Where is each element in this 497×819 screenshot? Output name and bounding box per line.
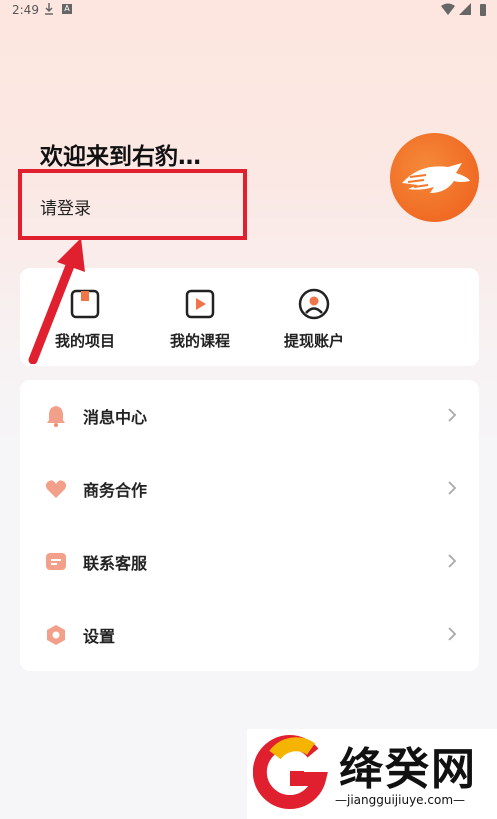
quick-action-my-courses[interactable]: 我的课程 <box>150 288 250 351</box>
course-icon <box>185 289 215 319</box>
quick-action-withdraw-account[interactable]: 提现账户 <box>264 288 364 351</box>
welcome-title: 欢迎来到右豹… <box>40 144 201 170</box>
account-icon <box>298 288 330 320</box>
status-time: 2:49 <box>12 3 39 17</box>
heart-icon <box>45 480 67 498</box>
menu-item-label: 设置 <box>83 627 116 646</box>
bell-icon <box>47 406 65 427</box>
avatar[interactable] <box>390 133 479 222</box>
chevron-right-icon <box>448 627 457 641</box>
chevron-right-icon <box>448 481 457 495</box>
highlight-annotation-box <box>18 169 247 240</box>
settings-icon <box>47 625 65 645</box>
chevron-right-icon <box>448 554 457 568</box>
quick-action-label: 提现账户 <box>283 332 344 350</box>
watermark-url: —jiangguijiuye.com— <box>335 793 466 807</box>
menu-item-message-center[interactable]: 消息中心 <box>20 380 479 453</box>
watermark-title: 绛癸网 <box>339 744 477 795</box>
tiger-logo-icon <box>402 163 470 193</box>
menu-card: 消息中心 商务合作 联系客服 设置 <box>20 380 479 671</box>
watermark: 绛癸网 —jiangguijiuye.com— <box>247 729 497 819</box>
red-arrow-annotation <box>28 238 85 364</box>
download-icon <box>45 3 53 15</box>
notification-a-icon: A <box>62 4 72 14</box>
chevron-right-icon <box>448 408 457 422</box>
message-icon <box>46 553 66 570</box>
watermark-logo-icon <box>253 735 328 810</box>
menu-item-label: 消息中心 <box>83 408 148 427</box>
menu-item-settings[interactable]: 设置 <box>20 599 479 672</box>
menu-item-label: 联系客服 <box>83 554 148 573</box>
status-bar: 2:49 A <box>0 0 497 22</box>
menu-item-label: 商务合作 <box>83 481 148 500</box>
quick-action-label: 我的课程 <box>169 332 230 350</box>
menu-item-business-cooperation[interactable]: 商务合作 <box>20 453 479 526</box>
signal-battery-icons <box>441 3 486 16</box>
menu-item-contact-support[interactable]: 联系客服 <box>20 526 479 599</box>
